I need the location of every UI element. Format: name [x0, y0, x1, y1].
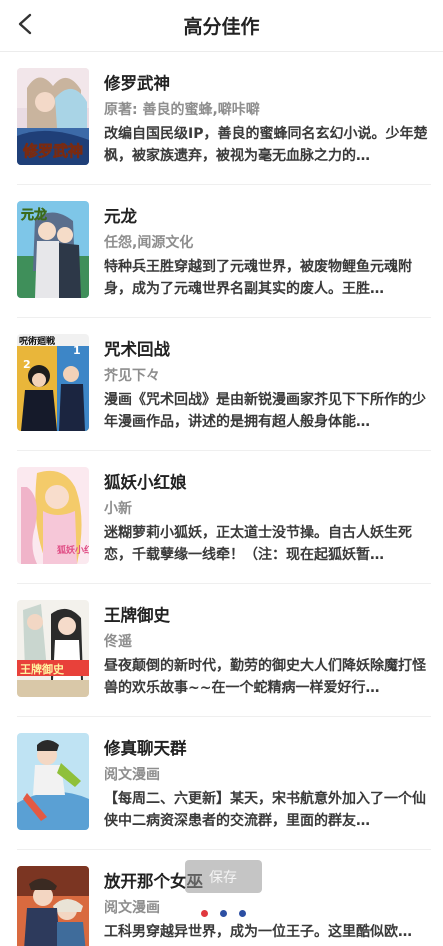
cover-image: 狐妖小红娘 [17, 467, 89, 564]
item-description: 昼夜颠倒的新时代，勤劳的御史大人们降妖除魔打怪兽的欢乐故事~~在一个蛇精病一样爱… [104, 658, 426, 696]
item-author: 阅文漫画 [104, 767, 160, 783]
item-title: 修真聊天群 [104, 739, 187, 758]
cover-logo-text: 呪術廻戦 [19, 335, 56, 347]
loading-dot [201, 910, 208, 917]
list-item[interactable]: 王牌御史 王牌御史 佟遥 昼夜颠倒的新时代，勤劳的御史大人们降妖除魔打怪兽的欢乐… [0, 584, 443, 717]
list-item[interactable]: 修真聊天群 阅文漫画 【每周二、六更新】某天，宋书航意外加入了一个仙侠中二病资深… [0, 717, 443, 850]
item-description: 【每周二、六更新】某天，宋书航意外加入了一个仙侠中二病资深患者的交流群，里面的群… [104, 791, 426, 829]
cover-image [17, 733, 89, 830]
item-author: 阅文漫画 [104, 900, 160, 916]
item-description: 迷糊萝莉小狐妖，正太道士没节操。自古人妖生死恋，千载孽缘一线牵！（注：现在起狐妖… [104, 525, 412, 563]
loading-dot [239, 910, 246, 917]
svg-text:1: 1 [73, 344, 81, 357]
item-description: 特种兵王胜穿越到了元魂世界，被废物鲤鱼元魂附身，成为了元魂世界名副其实的废人。王… [104, 259, 412, 297]
header-bar: 高分佳作 [0, 0, 443, 52]
cover-logo-text: 元龙 [21, 207, 47, 223]
list-item[interactable]: 元龙 元龙 任怨,闻源文化 特种兵王胜穿越到了元魂世界，被废物鲤鱼元魂附身，成为… [0, 185, 443, 318]
item-author: 原著: 善良的蜜蜂,噼咔噼 [104, 102, 260, 118]
page-title: 高分佳作 [183, 16, 260, 38]
cover-image: 呪術廻戦 1 2 [17, 334, 89, 431]
cover-logo-text: 狐妖小红娘 [57, 544, 89, 556]
item-description: 工科男穿越异世界，成为一位王子。这里酷似欧… [104, 924, 412, 940]
item-title: 狐妖小红娘 [104, 473, 187, 492]
cover-image: 修罗武神 [17, 68, 89, 165]
save-toast: 保存 [185, 860, 262, 893]
item-title: 王牌御史 [104, 606, 170, 625]
loading-dot [220, 910, 227, 917]
item-title: 元龙 [104, 207, 137, 226]
item-author: 小新 [104, 501, 132, 517]
cover-image: 王牌御史 [17, 600, 89, 697]
item-author: 佟遥 [104, 634, 132, 650]
cover-image: 元龙 [17, 201, 89, 298]
list-item[interactable]: 狐妖小红娘 狐妖小红娘 小新 迷糊萝莉小狐妖，正太道士没节操。自古人妖生死恋，千… [0, 451, 443, 584]
list-item[interactable]: 修罗武神 修罗武神 原著: 善良的蜜蜂,噼咔噼 改编自国民级IP，善良的蜜蜂同名… [0, 52, 443, 185]
cover-logo-text: 修罗武神 [22, 142, 83, 160]
cover-logo-text: 王牌御史 [20, 662, 65, 676]
list-item[interactable]: 呪術廻戦 1 2 咒术回战 芥见下々 漫画《咒术回战》是由新锐漫画家芥见下下所作… [0, 318, 443, 451]
item-title: 修罗武神 [104, 74, 170, 93]
item-description: 改编自国民级IP，善良的蜜蜂同名玄幻小说。少年楚枫，被家族遗弃，被视为毫无血脉之… [104, 126, 428, 164]
toast-text: 保存 [209, 869, 237, 886]
svg-text:2: 2 [23, 358, 31, 371]
item-title: 咒术回战 [104, 340, 170, 359]
item-author: 任怨,闻源文化 [104, 235, 194, 251]
item-description: 漫画《咒术回战》是由新锐漫画家芥见下下所作的少年漫画作品，讲述的是拥有超人般身体… [104, 392, 426, 430]
item-author: 芥见下々 [104, 368, 160, 384]
cover-image [17, 866, 89, 946]
comic-list: 修罗武神 修罗武神 原著: 善良的蜜蜂,噼咔噼 改编自国民级IP，善良的蜜蜂同名… [0, 52, 443, 946]
